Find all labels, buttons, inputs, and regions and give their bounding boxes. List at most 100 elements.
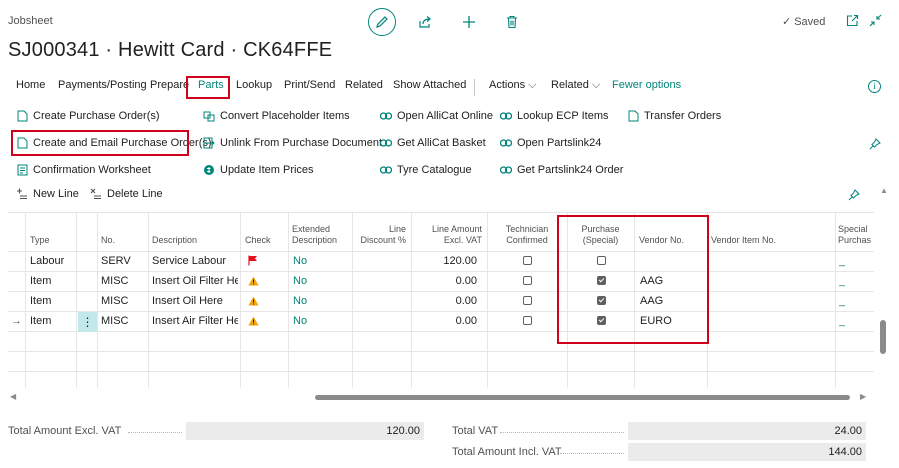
fewer-options-link[interactable]: Fewer options	[612, 79, 681, 91]
info-icon[interactable]: i	[868, 80, 881, 93]
column-divider	[240, 213, 241, 388]
delete-line-button[interactable]: Delete Line	[90, 188, 163, 200]
collapse-icon[interactable]	[869, 14, 883, 28]
row2-line-amount[interactable]: 0.00	[411, 275, 477, 287]
parts-highlight	[186, 76, 230, 99]
row3-description[interactable]: Insert Oil Here	[152, 295, 238, 307]
open-partslink24-button[interactable]: Open Partslink24	[500, 137, 601, 149]
vertical-scroll-thumb[interactable]	[880, 320, 886, 354]
action-payments-posting[interactable]: Payments/Posting	[58, 79, 147, 91]
row1-extended[interactable]: No	[293, 255, 307, 267]
scroll-right-icon[interactable]: ▶	[860, 392, 866, 401]
row3-technician-checkbox[interactable]	[523, 296, 532, 305]
row4-extended[interactable]: No	[293, 315, 307, 327]
related-menu[interactable]: Related ⌵	[551, 79, 600, 92]
row4-description[interactable]: Insert Air Filter He...	[152, 315, 238, 327]
header-line-discount[interactable]: Line Discount %	[352, 224, 406, 246]
row3-type[interactable]: Item	[30, 295, 51, 307]
get-allicat-basket-button[interactable]: Get AlliCat Basket	[380, 137, 486, 149]
header-description[interactable]: Description	[152, 235, 197, 246]
row2-special[interactable]: _	[839, 275, 845, 287]
create-purchase-orders-button[interactable]: Create Purchase Order(s)	[16, 110, 160, 122]
action-print-send[interactable]: Print/Send	[284, 79, 335, 91]
lookup-ecp-items-label: Lookup ECP Items	[517, 110, 609, 122]
page-kind-label: Jobsheet	[8, 15, 53, 27]
unlink-icon	[203, 137, 215, 149]
header-vendor-item-no[interactable]: Vendor Item No.	[711, 235, 776, 246]
get-partslink24-order-button[interactable]: Get Partslink24 Order	[500, 164, 623, 176]
vertical-scrollbar[interactable]: ▲	[880, 186, 888, 398]
row4-special[interactable]: _	[839, 315, 845, 327]
unlink-purchase-document-button[interactable]: Unlink From Purchase Document	[203, 137, 382, 149]
add-icon[interactable]	[455, 8, 483, 36]
header-technician-confirmed[interactable]: Technician Confirmed	[487, 224, 567, 246]
row4-type[interactable]: Item	[30, 315, 51, 327]
action-lookup[interactable]: Lookup	[236, 79, 272, 91]
actions-menu[interactable]: Actions ⌵	[489, 79, 536, 92]
action-show-attached[interactable]: Show Attached	[393, 79, 466, 91]
pin-icon[interactable]	[869, 138, 881, 150]
row2-type[interactable]: Item	[30, 275, 51, 287]
row-divider	[8, 331, 874, 332]
row1-line-amount[interactable]: 120.00	[411, 255, 477, 267]
row2-no[interactable]: MISC	[101, 275, 129, 287]
get-partslink24-order-label: Get Partslink24 Order	[517, 164, 624, 176]
header-no[interactable]: No.	[101, 235, 115, 246]
total-excl-vat-label: Total Amount Excl. VAT	[8, 425, 122, 437]
row1-description[interactable]: Service Labour	[152, 255, 238, 267]
header-type[interactable]: Type	[30, 235, 50, 246]
edit-icon[interactable]	[368, 8, 396, 36]
delete-icon[interactable]	[498, 8, 526, 36]
confirmation-worksheet-button[interactable]: Confirmation Worksheet	[16, 164, 151, 176]
leader-dots	[500, 432, 624, 433]
header-technician-line1: Technician	[505, 224, 549, 234]
row1-special[interactable]: _	[839, 255, 845, 267]
tyre-catalogue-button[interactable]: Tyre Catalogue	[380, 164, 472, 176]
share-icon[interactable]	[411, 8, 439, 36]
new-line-button[interactable]: New Line	[16, 188, 79, 200]
row1-no[interactable]: SERV	[101, 255, 131, 267]
header-line-amount[interactable]: Line Amount Excl. VAT	[411, 224, 482, 246]
scroll-up-icon[interactable]: ▲	[880, 186, 888, 195]
confirmation-worksheet-label: Confirmation Worksheet	[33, 164, 151, 176]
horizontal-scrollbar[interactable]: ◀ ▶	[8, 392, 874, 402]
link-icon	[380, 110, 392, 122]
row1-type[interactable]: Labour	[30, 255, 64, 267]
row4-technician-checkbox[interactable]	[523, 316, 532, 325]
action-prepare[interactable]: Prepare	[150, 79, 189, 91]
row2-extended[interactable]: No	[293, 275, 307, 287]
action-home[interactable]: Home	[16, 79, 45, 91]
row3-extended[interactable]: No	[293, 295, 307, 307]
row2-description[interactable]: Insert Oil Filter He...	[152, 275, 238, 287]
open-new-window-icon[interactable]	[846, 14, 860, 28]
action-related[interactable]: Related	[345, 79, 383, 91]
open-partslink24-label: Open Partslink24	[517, 137, 602, 149]
row1-technician-checkbox[interactable]	[523, 256, 532, 265]
transfer-orders-button[interactable]: Transfer Orders	[627, 110, 721, 122]
row3-no[interactable]: MISC	[101, 295, 129, 307]
link-icon	[380, 164, 392, 176]
row-divider	[8, 291, 874, 292]
convert-placeholder-items-button[interactable]: Convert Placeholder Items	[203, 110, 350, 122]
row4-line-amount[interactable]: 0.00	[411, 315, 477, 327]
row-actions-menu-button[interactable]: ⋮	[78, 312, 97, 332]
open-allicat-online-button[interactable]: Open AlliCat Online	[380, 110, 493, 122]
header-special-purchase[interactable]: Special Purchas	[838, 224, 871, 246]
checkmark-icon: ✓	[782, 16, 792, 28]
row3-special[interactable]: _	[839, 295, 845, 307]
row3-line-amount[interactable]: 0.00	[411, 295, 477, 307]
lookup-ecp-items-button[interactable]: Lookup ECP Items	[500, 110, 609, 122]
header-extended-description[interactable]: Extended Description	[292, 224, 337, 246]
column-divider	[148, 213, 149, 388]
update-item-prices-label: Update Item Prices	[220, 164, 314, 176]
horizontal-scroll-thumb[interactable]	[315, 395, 850, 400]
row2-technician-checkbox[interactable]	[523, 276, 532, 285]
row4-no[interactable]: MISC	[101, 315, 129, 327]
column-divider	[97, 213, 98, 388]
header-check[interactable]: Check	[245, 235, 271, 246]
pin-icon[interactable]	[848, 189, 860, 201]
scroll-left-icon[interactable]: ◀	[10, 392, 16, 401]
chevron-down-icon: ⌵	[591, 79, 601, 91]
update-item-prices-button[interactable]: Update Item Prices	[203, 164, 314, 176]
price-icon	[203, 164, 215, 176]
